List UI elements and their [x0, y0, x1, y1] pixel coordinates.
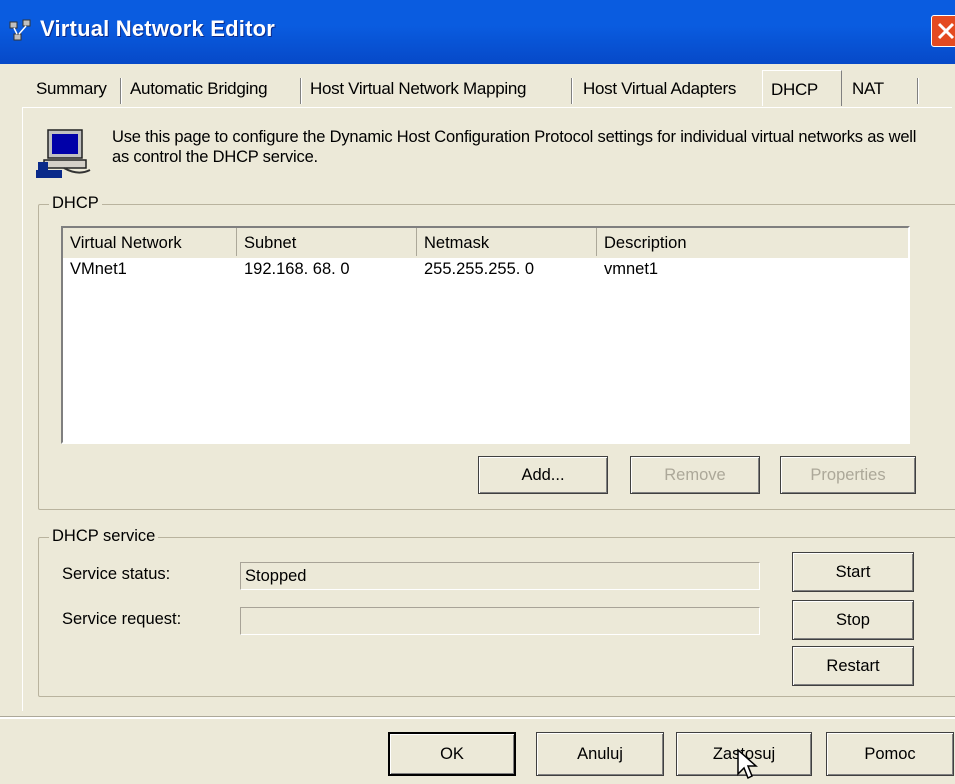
computer-network-icon [36, 129, 91, 178]
tab-host-virtual-network-mapping[interactable]: Host Virtual Network Mapping [310, 74, 526, 106]
add-button[interactable]: Add... [478, 456, 608, 494]
dhcp-networks-list[interactable]: Virtual Network Subnet Netmask Descripti… [61, 226, 910, 444]
cell-description: vmnet1 [604, 260, 659, 278]
close-icon [937, 22, 955, 40]
remove-button[interactable]: Remove [630, 456, 760, 494]
tab-panel-border-left [22, 107, 23, 711]
ok-button[interactable]: OK [388, 732, 516, 776]
close-button[interactable] [931, 15, 955, 47]
tab-nat[interactable]: NAT [852, 74, 884, 106]
column-header-subnet[interactable]: Subnet [237, 228, 417, 256]
service-status-label: Service status: [62, 565, 171, 583]
help-button[interactable]: Pomoc [826, 732, 954, 776]
dhcp-service-group-label: DHCP service [49, 527, 159, 546]
tab-panel-border [22, 107, 952, 108]
tab-automatic-bridging[interactable]: Automatic Bridging [130, 74, 268, 106]
service-request-field [240, 607, 760, 635]
service-status-field: Stopped [240, 562, 760, 590]
virtual-network-editor-window: Virtual Network Editor Summary Automatic… [0, 0, 955, 784]
footer-separator [0, 716, 955, 719]
tab-separator [917, 78, 919, 104]
tab-host-virtual-adapters[interactable]: Host Virtual Adapters [583, 74, 736, 106]
network-app-icon [9, 19, 31, 41]
list-header: Virtual Network Subnet Netmask Descripti… [63, 228, 908, 258]
intro-description: Use this page to configure the Dynamic H… [112, 128, 917, 166]
cell-subnet: 192.168. 68. 0 [244, 260, 350, 278]
cell-netmask: 255.255.255. 0 [424, 260, 535, 278]
service-request-label: Service request: [62, 610, 182, 628]
restart-button[interactable]: Restart [792, 646, 914, 686]
tab-separator [300, 78, 302, 104]
tab-dhcp[interactable]: DHCP [762, 70, 842, 106]
tab-separator [120, 78, 122, 104]
column-header-virtual-network[interactable]: Virtual Network [63, 228, 237, 256]
tab-separator [571, 78, 573, 104]
cell-virtual-network: VMnet1 [70, 260, 127, 278]
column-header-description[interactable]: Description [597, 228, 908, 256]
window-title: Virtual Network Editor [40, 16, 276, 41]
title-bar[interactable]: Virtual Network Editor [0, 0, 955, 64]
dhcp-group-label: DHCP [49, 194, 102, 213]
properties-button[interactable]: Properties [780, 456, 916, 494]
stop-button[interactable]: Stop [792, 600, 914, 640]
tab-summary[interactable]: Summary [36, 74, 107, 106]
mouse-cursor-icon [737, 748, 758, 780]
start-button[interactable]: Start [792, 552, 914, 592]
cancel-button[interactable]: Anuluj [536, 732, 664, 776]
column-header-netmask[interactable]: Netmask [417, 228, 597, 256]
